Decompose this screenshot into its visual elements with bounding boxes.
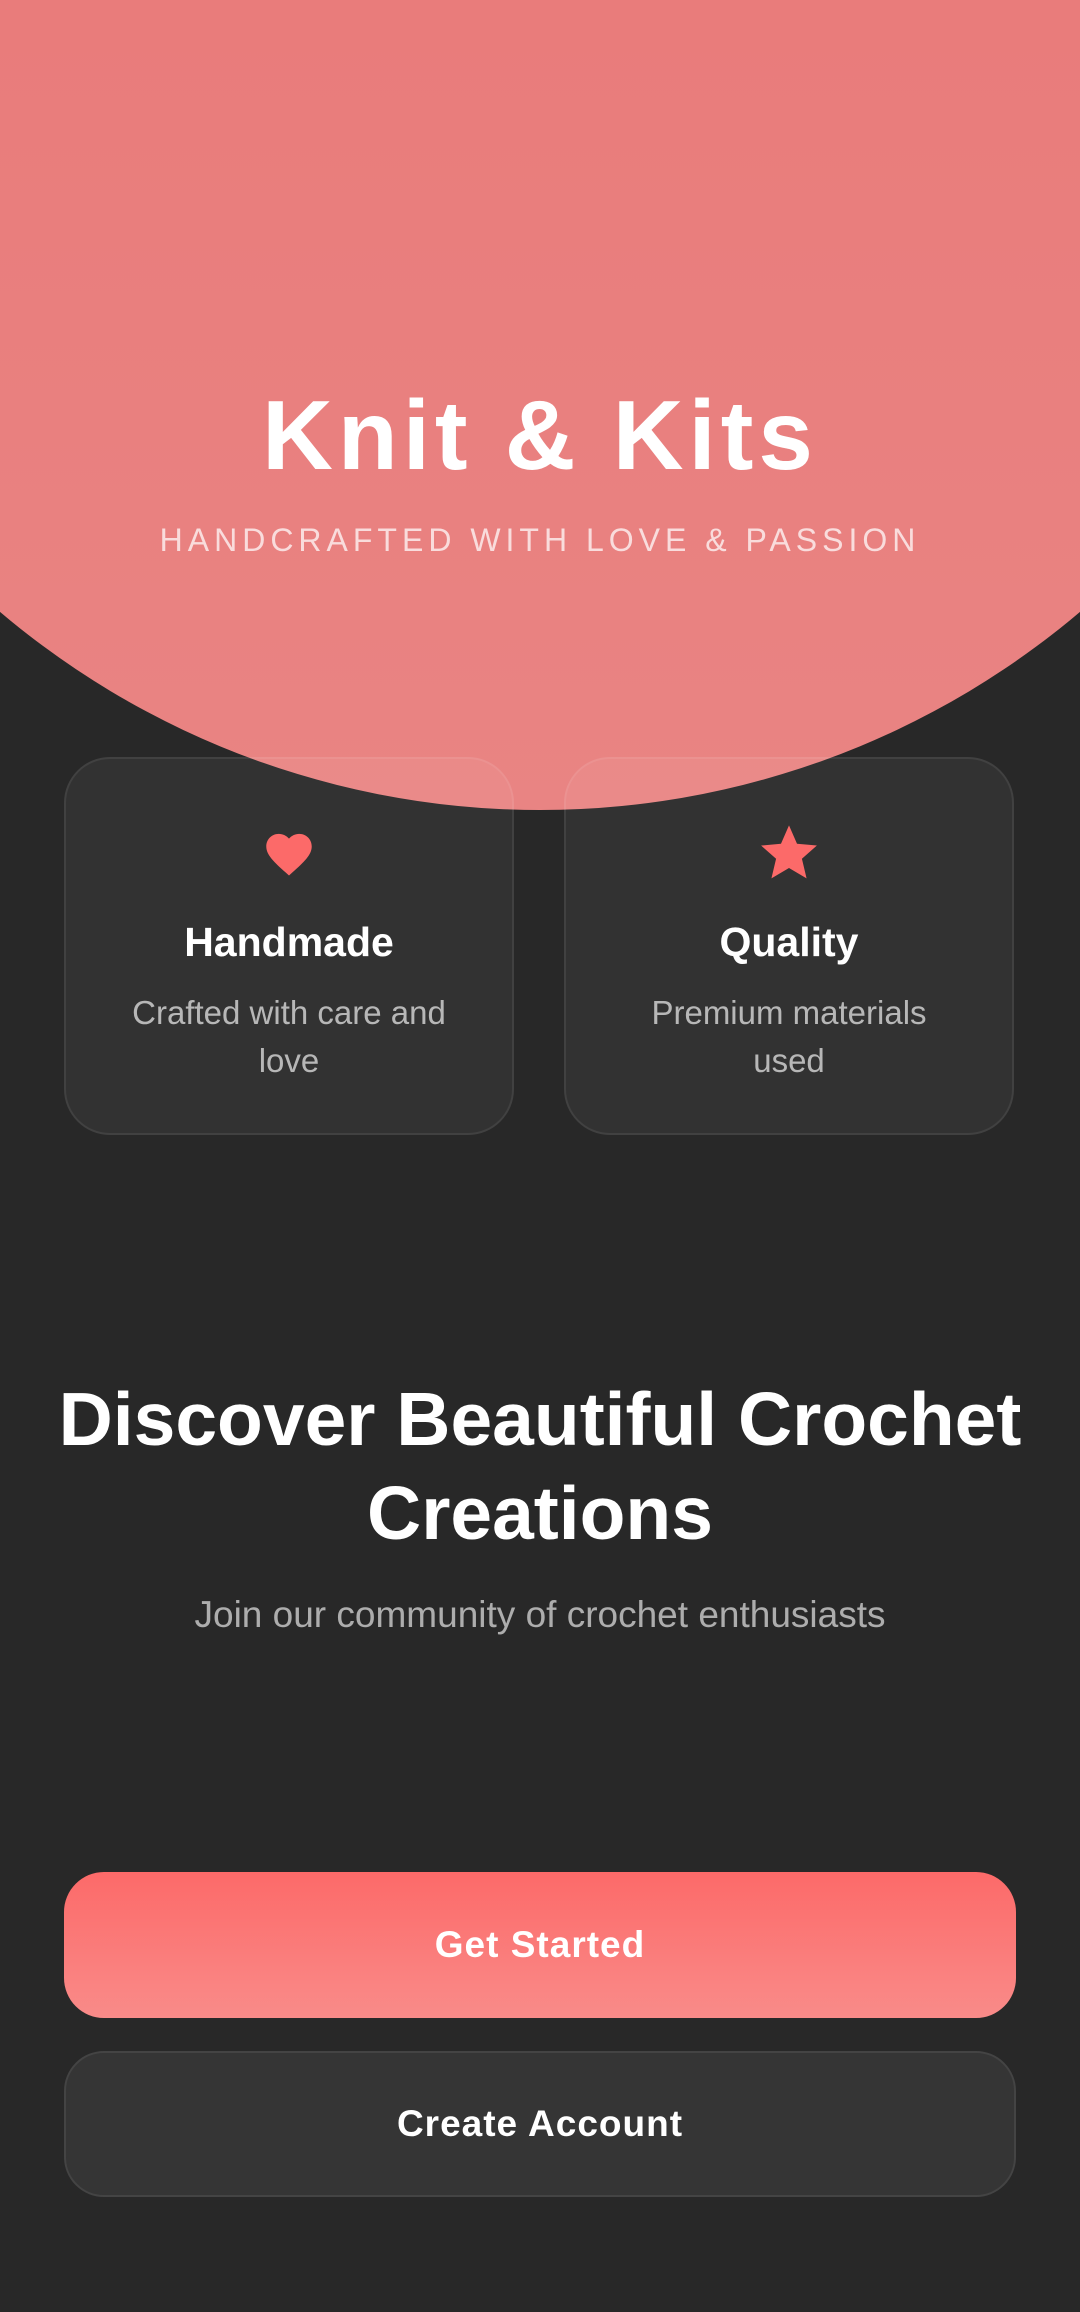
hero-header: Knit & Kits HANDCRAFTED WITH LOVE & PASS…	[0, 0, 1080, 700]
feature-title: Handmade	[184, 919, 394, 965]
promo-subtitle: Join our community of crochet enthusiast…	[194, 1594, 886, 1635]
promo-headline: Discover Beautiful Crochet Creations	[58, 1377, 1022, 1555]
feature-description: Premium materials used	[651, 994, 927, 1079]
feature-card-quality: Quality Premium materials used	[564, 757, 1014, 1135]
app-tagline: HANDCRAFTED WITH LOVE & PASSION	[159, 522, 921, 558]
create-account-button[interactable]: Create Account	[64, 2051, 1016, 2197]
welcome-screen: Knit & Kits HANDCRAFTED WITH LOVE & PASS…	[0, 0, 1080, 2312]
app-title: Knit & Kits	[262, 380, 818, 490]
feature-card-handmade: Handmade Crafted with care and love	[64, 757, 514, 1135]
star-icon	[566, 817, 1012, 887]
feature-description: Crafted with care and love	[132, 994, 446, 1079]
heart-icon	[66, 817, 512, 887]
feature-title: Quality	[719, 919, 859, 965]
get-started-button[interactable]: Get Started	[64, 1872, 1016, 2018]
